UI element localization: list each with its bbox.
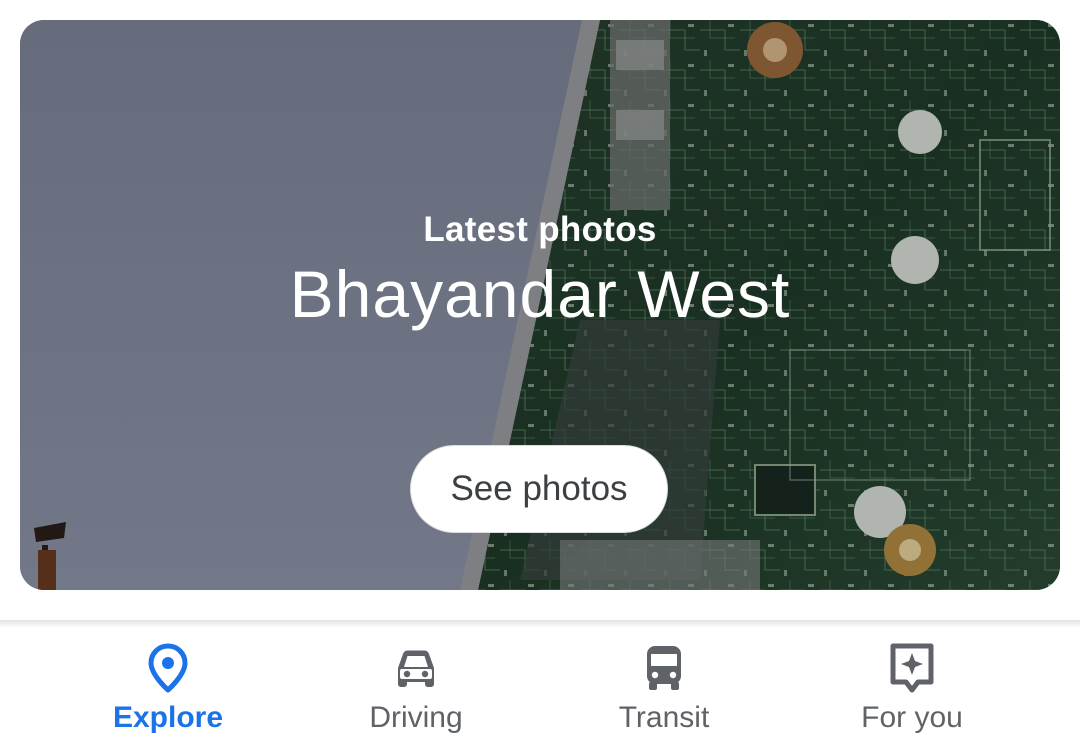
car-icon (398, 650, 434, 687)
card-subtitle: Latest photos (423, 210, 657, 249)
latest-photos-card[interactable]: Latest photos Bhayandar West See photos (20, 20, 1060, 590)
nav-label-transit: Transit (618, 701, 710, 734)
sparkle-post-icon (890, 643, 934, 693)
nav-tab-transit[interactable]: Transit (564, 628, 764, 745)
location-pin-icon (148, 643, 188, 693)
nav-tab-for-you[interactable]: For you (812, 628, 1012, 745)
nav-label-for-you: For you (861, 701, 963, 734)
nav-tab-driving[interactable]: Driving (316, 628, 516, 745)
bottom-navigation: Explore Driving Transit For you (0, 628, 1080, 745)
nav-label-explore: Explore (112, 701, 224, 734)
see-photos-button[interactable]: See photos (410, 445, 668, 533)
nav-tab-explore[interactable]: Explore (68, 628, 268, 745)
place-title: Bhayandar West (289, 257, 791, 331)
nav-divider (0, 620, 1080, 628)
nav-label-driving: Driving (369, 701, 463, 734)
bus-icon (647, 646, 681, 690)
